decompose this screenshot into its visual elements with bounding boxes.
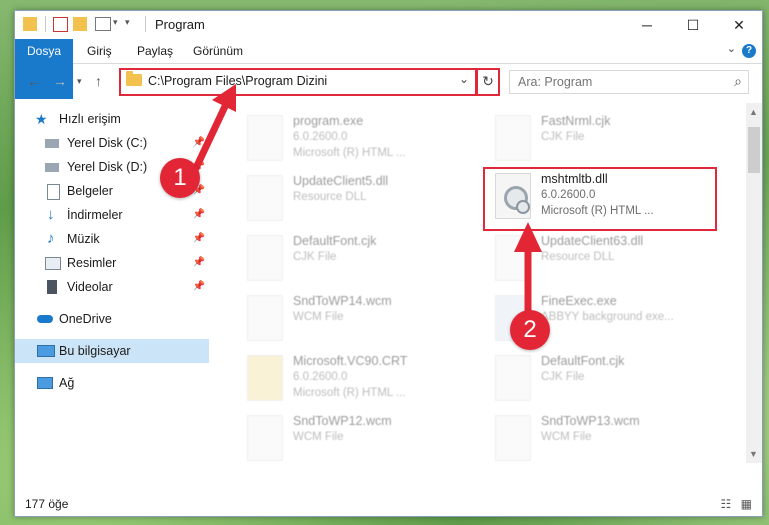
navigation-bar: ← → ▾ ↑ C:\Program Files\Program Dizini …	[15, 63, 762, 99]
pin-icon[interactable]: 📌	[193, 251, 205, 275]
divider	[45, 16, 46, 32]
file-icon	[495, 355, 531, 401]
folder-icon	[126, 71, 142, 86]
network-icon	[37, 377, 53, 389]
star-icon: ★	[35, 111, 48, 127]
search-box[interactable]: ⌕	[509, 70, 749, 94]
file-icon	[495, 115, 531, 161]
pin-icon[interactable]: 📌	[193, 203, 205, 227]
ribbon-tabs: Dosya Giriş Paylaş Görünüm ⌄ ?	[15, 39, 762, 99]
file-item[interactable]: UpdateClient5.dll Resource DLL	[237, 171, 467, 231]
file-item[interactable]: FastNrml.cjk CJK File	[485, 111, 715, 171]
explorer-window: ▾ ▾ Program ─ ☐ ✕ Dosya Giriş Paylaş Gör…	[14, 10, 763, 517]
download-icon: ↓	[47, 206, 55, 223]
address-path: C:\Program Files\Program Dizini	[148, 74, 328, 88]
address-bar[interactable]: C:\Program Files\Program Dizini ⌄	[119, 68, 477, 96]
vertical-scrollbar[interactable]: ▲ ▼	[746, 103, 762, 463]
pin-icon[interactable]: 📌	[193, 131, 205, 155]
sidebar-item-music[interactable]: ♪ Müzik 📌	[15, 227, 209, 251]
sidebar-item-local-disk-c[interactable]: Yerel Disk (C:) 📌	[15, 131, 209, 155]
file-icon	[247, 295, 283, 341]
chevron-down-icon[interactable]: ▾	[113, 17, 118, 35]
help-icon[interactable]: ?	[742, 44, 756, 58]
back-arrow-icon[interactable]: ←	[27, 73, 41, 89]
scrollbar-thumb[interactable]	[748, 127, 760, 173]
cloud-icon	[37, 315, 53, 323]
scroll-down-icon[interactable]: ▼	[749, 449, 758, 459]
tab-share[interactable]: Paylaş	[135, 39, 175, 63]
file-item[interactable]: Microsoft.VC90.CRT 6.0.2600.0 Microsoft …	[237, 351, 467, 411]
tab-view[interactable]: Görünüm	[191, 39, 245, 63]
video-icon	[47, 280, 57, 294]
drive-icon	[45, 139, 59, 148]
folder-icon	[247, 355, 283, 401]
dll-file-icon	[495, 235, 531, 281]
sidebar-item-videos[interactable]: Videolar 📌	[15, 275, 209, 299]
document-icon	[47, 184, 60, 200]
file-icon	[247, 415, 283, 461]
file-item[interactable]: DefaultFont.cjk CJK File	[237, 231, 467, 291]
customize-toolbar-icon[interactable]: ▾	[125, 17, 130, 35]
minimize-button[interactable]: ─	[624, 11, 670, 39]
file-item[interactable]: DefaultFont.cjk CJK File	[485, 351, 715, 411]
new-folder-icon[interactable]	[73, 17, 87, 31]
file-icon	[495, 415, 531, 461]
computer-icon	[37, 345, 55, 357]
file-item[interactable]: SndToWP12.wcm WCM File	[237, 411, 467, 471]
gear-icon	[516, 200, 530, 214]
pictures-icon	[45, 257, 61, 270]
exe-file-icon	[247, 115, 283, 161]
item-count: 177 öğe	[25, 497, 69, 511]
search-input[interactable]	[516, 74, 720, 90]
step-1-badge: 1	[160, 158, 200, 198]
chevron-down-icon[interactable]: ⌄	[727, 42, 736, 55]
recent-locations-icon[interactable]: ▾	[77, 76, 82, 87]
file-item[interactable]: program.exe 6.0.2600.0 Microsoft (R) HTM…	[237, 111, 467, 171]
view-toggle: ☷ ▦	[721, 492, 752, 516]
step-2-badge: 2	[510, 310, 550, 350]
maximize-button[interactable]: ☐	[670, 11, 716, 39]
sidebar-item-onedrive[interactable]: OneDrive	[15, 307, 209, 331]
file-item[interactable]: SndToWP14.wcm WCM File	[237, 291, 467, 351]
details-view-icon[interactable]: ☷	[721, 497, 732, 511]
properties-icon[interactable]	[53, 17, 68, 32]
file-icon	[247, 235, 283, 281]
up-arrow-icon[interactable]: ↑	[95, 73, 102, 89]
file-item[interactable]: UpdateClient63.dll Resource DLL	[485, 231, 715, 291]
search-icon[interactable]: ⌕	[734, 73, 742, 90]
pin-icon[interactable]: 📌	[193, 275, 205, 299]
window-title: Program	[155, 17, 205, 32]
pin-icon[interactable]: 📌	[193, 227, 205, 251]
sidebar-item-quick-access[interactable]: ★ Hızlı erişim	[15, 107, 209, 131]
dll-file-icon	[247, 175, 283, 221]
file-item[interactable]: SndToWP13.wcm WCM File	[485, 411, 715, 471]
drive-icon	[45, 163, 59, 172]
chevron-down-icon[interactable]: ⌄	[459, 72, 469, 86]
sidebar-item-downloads[interactable]: ↓ İndirmeler 📌	[15, 203, 209, 227]
tab-home[interactable]: Giriş	[85, 39, 114, 63]
title-bar: ▾ ▾ Program ─ ☐ ✕	[15, 11, 762, 39]
forward-arrow-icon[interactable]: →	[53, 73, 67, 89]
file-item-mshtmltb-dll[interactable]: mshtmltb.dll 6.0.2600.0 Microsoft (R) HT…	[483, 167, 717, 231]
close-button[interactable]: ✕	[716, 11, 762, 39]
file-list: program.exe 6.0.2600.0 Microsoft (R) HTM…	[215, 103, 745, 463]
view-options-icon[interactable]	[95, 17, 111, 31]
divider	[145, 16, 146, 32]
sidebar-item-network[interactable]: Ağ	[15, 371, 209, 395]
large-icons-view-icon[interactable]: ▦	[741, 497, 752, 511]
sidebar-item-this-pc[interactable]: Bu bilgisayar	[15, 339, 209, 363]
music-icon: ♪	[47, 230, 55, 247]
dll-file-icon	[495, 173, 531, 219]
refresh-button[interactable]: ↻	[476, 68, 500, 96]
folder-icon	[23, 17, 37, 31]
status-bar: 177 öğe ☷ ▦	[15, 492, 762, 516]
scroll-up-icon[interactable]: ▲	[749, 107, 758, 117]
navigation-pane: ★ Hızlı erişim Yerel Disk (C:) 📌 Yerel D…	[15, 103, 211, 459]
sidebar-item-pictures[interactable]: Resimler 📌	[15, 251, 209, 275]
